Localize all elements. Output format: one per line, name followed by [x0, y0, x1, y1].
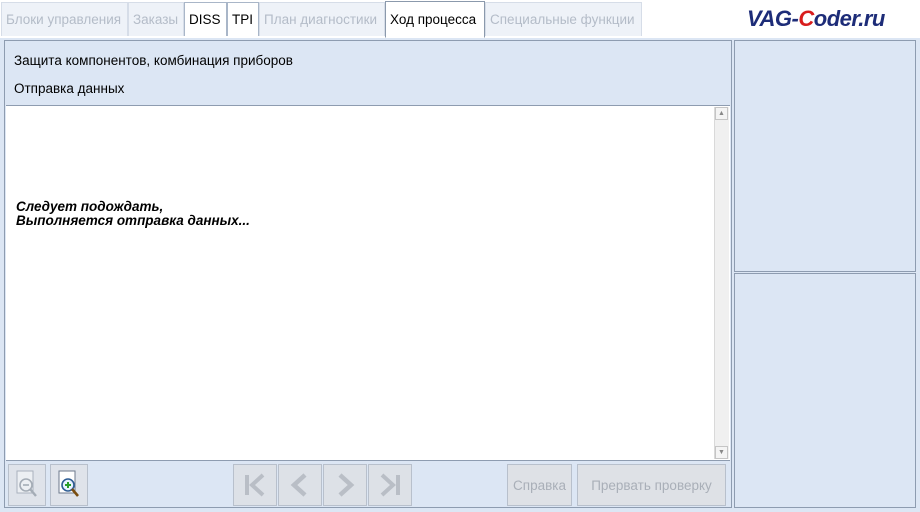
- scroll-down-icon[interactable]: ▼: [715, 446, 728, 459]
- zoom-in-button[interactable]: [50, 464, 88, 506]
- tab-bar: Блоки управления Заказы DISS TPI План ди…: [0, 0, 920, 38]
- tab-label: Ход процесса: [390, 12, 477, 27]
- next-step-button[interactable]: [323, 464, 367, 506]
- tab-label: Блоки управления: [6, 12, 122, 27]
- chevron-left-icon: [290, 473, 307, 497]
- abort-test-button[interactable]: Прервать проверку: [577, 464, 726, 506]
- last-step-button[interactable]: [368, 464, 412, 506]
- previous-step-button[interactable]: [278, 464, 322, 506]
- zoom-out-button[interactable]: [8, 464, 46, 506]
- right-panel-top: [734, 40, 916, 272]
- message-area: Следует подождать, Выполняется отправка …: [6, 105, 730, 461]
- tab-diss[interactable]: DISS: [184, 2, 227, 36]
- tab-label: Специальные функции: [490, 12, 635, 27]
- main-panel: Защита компонентов, комбинация приборов …: [4, 40, 732, 508]
- tab-orders[interactable]: Заказы: [128, 2, 184, 36]
- status-message-line: Следует подождать,: [16, 199, 164, 214]
- first-step-button[interactable]: [233, 464, 277, 506]
- scroll-up-icon[interactable]: ▲: [715, 107, 728, 120]
- process-subtitle: Отправка данных: [14, 81, 125, 96]
- zoom-in-icon: [58, 470, 79, 497]
- tab-control-units[interactable]: Блоки управления: [1, 2, 128, 36]
- vertical-scrollbar[interactable]: ▲ ▼: [714, 107, 729, 459]
- tab-process-progress[interactable]: Ход процесса: [385, 1, 485, 38]
- last-icon: [380, 473, 400, 497]
- zoom-out-icon: [16, 470, 37, 497]
- help-button[interactable]: Справка: [507, 464, 572, 506]
- watermark-logo: VAG-Coder.ru: [747, 6, 885, 31]
- tab-label: План диагностики: [264, 12, 378, 27]
- tab-tpi[interactable]: TPI: [227, 2, 259, 36]
- component-title: Защита компонентов, комбинация приборов: [14, 53, 293, 68]
- status-message-line: Выполняется отправка данных...: [16, 213, 250, 228]
- chevron-right-icon: [338, 473, 355, 497]
- tab-diagnostic-plan[interactable]: План диагностики: [259, 2, 385, 36]
- tab-special-functions[interactable]: Специальные функции: [485, 2, 642, 36]
- first-icon: [245, 473, 265, 497]
- status-message: Следует подождать, Выполняется отправка …: [16, 200, 250, 228]
- right-panel-bottom: [734, 273, 916, 508]
- tab-label: Заказы: [133, 12, 179, 27]
- tab-label: DISS: [189, 12, 221, 27]
- tab-label: TPI: [232, 12, 254, 27]
